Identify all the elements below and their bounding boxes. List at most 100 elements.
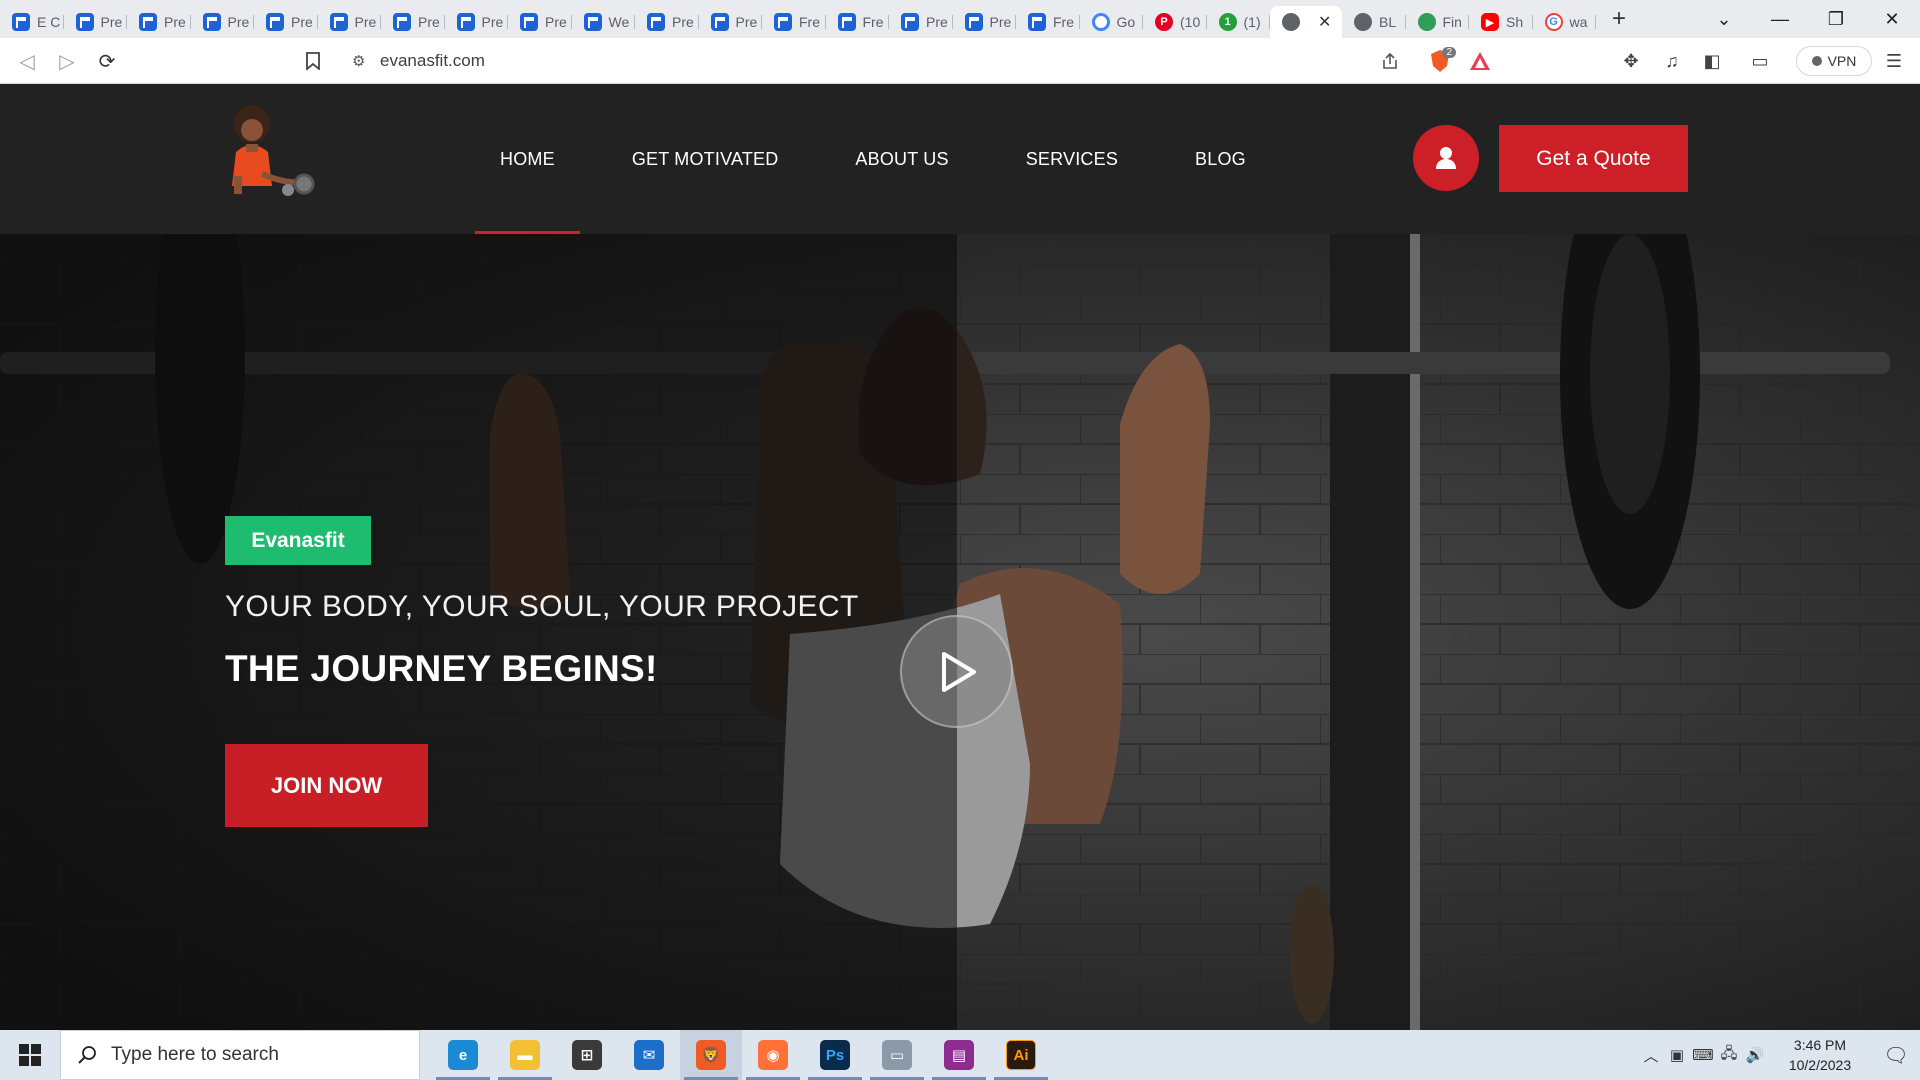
browser-tab[interactable]: Gwa [1533, 6, 1597, 38]
taskbar-app-edge[interactable]: e [432, 1030, 494, 1080]
browser-tab[interactable]: Pre [953, 6, 1017, 38]
new-tab-button[interactable]: + [1604, 4, 1634, 34]
browser-tab[interactable]: Pre [445, 6, 509, 38]
taskbar-app-brave[interactable]: 🦁 [680, 1030, 742, 1080]
url-field[interactable]: ⚙ evanasfit.com [338, 44, 1508, 78]
restore-button[interactable]: ❐ [1808, 0, 1864, 38]
browser-tab[interactable]: ✕ [1270, 6, 1342, 38]
taskbar-app-illustrator[interactable]: Ai [990, 1030, 1052, 1080]
play-video-button[interactable] [900, 615, 1013, 728]
menu-icon[interactable]: ☰ [1882, 49, 1906, 73]
extensions-icon[interactable]: ✥ [1619, 49, 1643, 73]
tab-title: Pre [100, 14, 123, 30]
tab-title: (10 [1180, 14, 1201, 30]
taskbar-app-file-explorer[interactable]: ▬ [494, 1030, 556, 1080]
nav-item-about-us[interactable]: ABOUT US [830, 84, 973, 234]
minimize-button[interactable]: — [1752, 0, 1808, 38]
brave-shields-icon[interactable]: 2 [1428, 47, 1456, 73]
browser-tab[interactable]: Fre [762, 6, 826, 38]
tab-title: Pre [227, 14, 250, 30]
browser-tab[interactable]: Pre [508, 6, 572, 38]
taskbar-app-winrar[interactable]: ▤ [928, 1030, 990, 1080]
browser-tab[interactable]: Pre [191, 6, 255, 38]
reload-button[interactable]: ⟳ [96, 50, 118, 73]
hero-dark-overlay [0, 234, 957, 1030]
notifications-icon[interactable]: 🗨 [1872, 1030, 1920, 1080]
back-button[interactable]: ◁ [16, 50, 38, 73]
browser-tab[interactable]: Fre [1016, 6, 1080, 38]
taskbar-app-drive[interactable]: ▭ [866, 1030, 928, 1080]
account-button[interactable] [1413, 125, 1479, 191]
input-method-icon[interactable]: ⌨ [1690, 1030, 1716, 1080]
doc-icon [710, 13, 729, 31]
camera-icon[interactable]: ▣ [1664, 1030, 1690, 1080]
browser-tab[interactable]: Pre [889, 6, 953, 38]
browser-tab[interactable]: Pre [635, 6, 699, 38]
browser-tab[interactable]: Go [1080, 6, 1144, 38]
nav-item-blog[interactable]: BLOG [1170, 84, 1271, 234]
tab-title: Pre [164, 14, 186, 30]
show-hidden-icons-chevron-icon[interactable]: ︿ [1638, 1030, 1664, 1080]
brave-shields-count: 2 [1442, 47, 1456, 58]
taskbar-app-photoshop[interactable]: Ps [804, 1030, 866, 1080]
drive-icon: ▭ [882, 1040, 912, 1070]
network-icon[interactable]: 🖧 [1716, 1030, 1742, 1080]
taskbar-app-store[interactable]: ⊞ [556, 1030, 618, 1080]
close-window-button[interactable]: ✕ [1864, 0, 1920, 38]
earth-icon [1417, 13, 1436, 31]
share-icon[interactable] [1378, 49, 1402, 73]
browser-tab[interactable]: Fin [1406, 6, 1470, 38]
taskbar-search[interactable]: Type here to search [60, 1030, 420, 1080]
nav-item-get-motivated[interactable]: GET MOTIVATED [607, 84, 804, 234]
browser-tab[interactable]: BL [1342, 6, 1406, 38]
nav-item-services[interactable]: SERVICES [1001, 84, 1143, 234]
browser-tab[interactable]: Fre [826, 6, 890, 38]
windows-taskbar: Type here to search e ▬ ⊞ ✉ 🦁 ◉ Ps ▭ ▤ Ai ︿ ▣ ⌨ 🖧… [0, 1030, 1920, 1080]
vpn-label: VPN [1827, 53, 1857, 69]
tab-title: Pre [926, 14, 948, 30]
taskbar-app-mail[interactable]: ✉ [618, 1030, 680, 1080]
browser-tab[interactable]: 1 (1) [1207, 6, 1271, 38]
browser-tab[interactable]: ▶ Sh [1469, 6, 1533, 38]
browser-tab[interactable]: P (10 [1143, 6, 1207, 38]
vpn-button[interactable]: VPN [1796, 46, 1872, 76]
hero-headline: THE JOURNEY BEGINS! [225, 648, 658, 689]
photoshop-icon: Ps [820, 1040, 850, 1070]
sidebar-icon[interactable]: ◧ [1700, 49, 1724, 73]
browser-tab[interactable]: Pre [64, 6, 128, 38]
hero-tagline: YOUR BODY, YOUR SOUL, YOUR PROJECT [225, 590, 859, 623]
browser-tab[interactable]: Pre [254, 6, 318, 38]
taskbar-app-firefox[interactable]: ◉ [742, 1030, 804, 1080]
youtube-icon: ▶ [1481, 13, 1499, 31]
url-text: evanasfit.com [380, 51, 485, 70]
tab-search-chevron-icon[interactable]: ⌄ [1696, 0, 1752, 38]
tab-title: Sh [1506, 14, 1524, 30]
site-logo[interactable] [222, 104, 334, 214]
search-placeholder: Type here to search [111, 1044, 279, 1065]
tab-title: Pre [735, 14, 758, 30]
google-icon: G [1544, 13, 1563, 31]
tab-title: wa [1569, 14, 1588, 30]
media-icon[interactable]: ♫ [1660, 49, 1684, 73]
start-button[interactable] [0, 1030, 60, 1080]
brave-rewards-icon[interactable] [1468, 49, 1492, 73]
tab-close-icon[interactable]: ✕ [1318, 12, 1331, 32]
wallet-icon[interactable]: ▭ [1748, 49, 1772, 73]
tab-title: (1) [1243, 14, 1261, 30]
clock[interactable]: 3:46 PM 10/2/2023 [1774, 1035, 1866, 1075]
browser-tab[interactable]: E C [0, 6, 64, 38]
browser-tab[interactable]: Pre [381, 6, 445, 38]
nav-item-home[interactable]: HOME [475, 84, 580, 234]
join-now-button[interactable]: JOIN NOW [225, 744, 428, 827]
clock-date: 10/2/2023 [1788, 1057, 1852, 1073]
bookmark-icon[interactable] [302, 50, 324, 72]
browser-tab[interactable]: We [572, 6, 636, 38]
browser-tab[interactable]: Pre [318, 6, 382, 38]
tab-title: Pre [481, 14, 504, 30]
get-a-quote-button[interactable]: Get a Quote [1499, 125, 1688, 192]
browser-tab[interactable]: Pre [127, 6, 191, 38]
browser-tab[interactable]: Pre [699, 6, 763, 38]
site-settings-icon[interactable]: ⚙ [352, 52, 365, 70]
volume-icon[interactable]: 🔊 [1742, 1030, 1768, 1080]
forward-button[interactable]: ▷ [56, 50, 78, 73]
